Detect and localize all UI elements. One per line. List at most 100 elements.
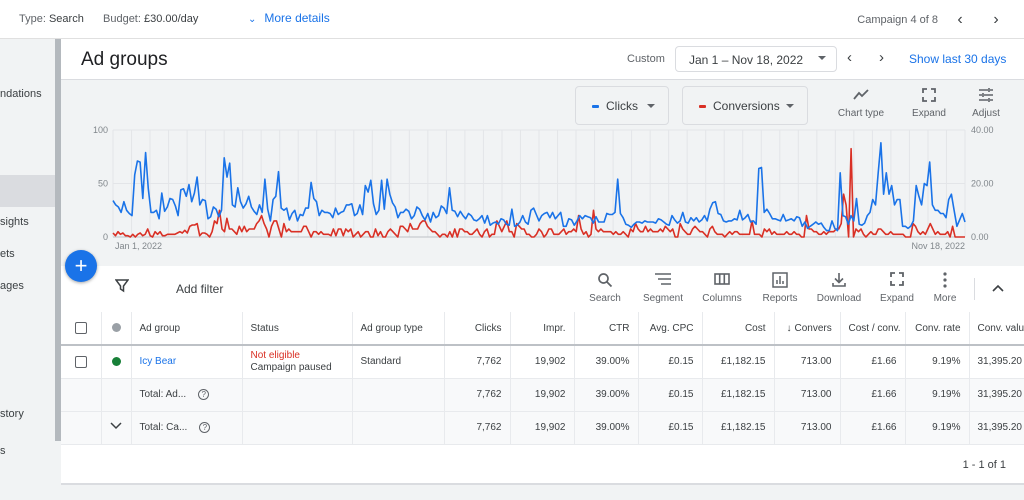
empty-cell [242,378,353,412]
sidebar-item-settings[interactable]: s [0,445,55,463]
chevron-down-icon[interactable] [109,421,123,431]
search-button[interactable]: Search [576,272,634,304]
cost-per-conv-cell: £1.66 [840,378,906,412]
add-ad-group-fab[interactable]: + [65,250,97,282]
download-button[interactable]: Download [810,272,868,304]
conversions-cell: 713.00 [774,411,841,445]
segment-button[interactable]: Segment [634,272,692,304]
reports-button[interactable]: Reports [751,272,809,304]
add-filter-button[interactable]: Add filter [176,282,223,296]
download-icon [810,272,868,290]
help-icon[interactable]: ? [199,422,211,433]
cost-per-conv-cell: £1.66 [840,411,906,445]
performance-chart: 100 50 0 40.00 20.00 0.00 Jan 1, 2022 Nov 18, 2… [61,80,1024,266]
chart-expand-button[interactable]: Expand [901,88,957,119]
collapse-chart-button[interactable] [991,280,1005,298]
previous-period-button[interactable]: ‹ [847,49,852,66]
chart-adjust-button[interactable]: Adjust [958,88,1014,119]
left-axis-tick-label: 0 [103,232,108,242]
column-header-clicks[interactable]: Clicks [444,312,511,346]
column-header-ad-group[interactable]: Ad group [131,312,243,346]
column-header-impr[interactable]: Impr. [510,312,575,346]
show-last-30-days-link[interactable]: Show last 30 days [909,52,1006,66]
more-vert-icon [916,272,974,290]
column-header-ad-group-type[interactable]: Ad group type [352,312,445,346]
sidebar-item-assets[interactable]: ets [0,248,55,266]
conv-value-cell: 31,395.20 [969,378,1024,412]
ad-group-name-cell: Icy Bear [131,345,243,379]
row-checkbox[interactable] [74,355,87,368]
sidebar-item-recommendations[interactable]: ndations [0,88,55,106]
clicks-cell: 7,762 [444,345,511,379]
status-dot-icon [111,323,121,333]
column-header-avg-cpc[interactable]: Avg. CPC [638,312,703,346]
main-panel: Ad groups Custom Jan 1 – Nov 18, 2022 ‹ … [61,39,1024,485]
search-icon [576,272,634,290]
sidebar-item-insights[interactable]: sights [0,216,55,234]
date-preset-label: Custom [627,53,665,65]
sidebar-item-landing-pages[interactable]: ages [0,280,55,298]
table-row: Icy Bear Not eligible Campaign paused Sta… [61,345,1024,379]
column-header-conv-rate[interactable]: Conv. rate [905,312,970,346]
select-all-checkbox[interactable] [74,322,87,334]
column-header-conv-value[interactable]: Conv. value [969,312,1024,346]
ctr-cell: 39.00% [574,345,639,379]
sidebar-item-change-history[interactable]: story [0,408,55,426]
next-campaign-button[interactable]: › [982,11,1010,29]
column-header-ctr[interactable]: CTR [574,312,639,346]
cost-cell: £1,182.15 [702,345,775,379]
filter-icon[interactable] [114,279,130,298]
status-cell: Not eligible Campaign paused [242,345,353,379]
left-axis-tick-label: 50 [98,179,108,189]
sort-down-arrow-icon: ↓ [786,322,792,334]
empty-cell [101,378,132,412]
chart-type-button[interactable]: Chart type [833,88,889,119]
clicks-cell: 7,762 [444,411,511,445]
column-header-status[interactable]: Status [242,312,353,346]
ctr-cell: 39.00% [574,411,639,445]
impr-cell: 19,902 [510,378,575,412]
column-header-cost-per-conv[interactable]: Cost / conv. [840,312,906,346]
x-axis-end-label: Nov 18, 2022 [911,241,965,251]
dropdown-caret-icon [818,56,826,60]
metric1-selector[interactable]: Clicks [575,86,669,125]
empty-cell [61,411,102,445]
clicks-cell: 7,762 [444,378,511,412]
tune-icon [958,88,1014,106]
sidebar-active-item[interactable] [0,175,55,207]
campaign-budget: Budget: £30.00/day [103,13,199,25]
page-title: Ad groups [81,49,168,70]
ad-group-link[interactable]: Icy Bear [140,356,177,367]
metric2-selector[interactable]: Conversions [682,86,808,125]
right-axis-tick-label: 0.00 [971,232,989,242]
bar-chart-icon [751,272,809,290]
help-icon[interactable]: ? [198,389,210,400]
avg-cpc-cell: £0.15 [638,378,703,412]
trending-line-icon [833,88,889,106]
column-header-cost[interactable]: Cost [702,312,775,346]
avg-cpc-cell: £0.15 [638,345,703,379]
expand-totals-cell [101,411,132,445]
status-not-eligible[interactable]: Not eligible [251,350,344,362]
campaign-position: Campaign 4 of 8 [857,14,938,26]
toolbar-divider [974,278,975,300]
chevron-up-icon [992,284,1004,292]
row-select-cell [61,345,102,379]
impr-cell: 19,902 [510,411,575,445]
columns-button[interactable]: Columns [693,272,751,304]
plus-icon: + [74,253,88,278]
more-button[interactable]: More [916,272,974,304]
campaign-type: Type: Search [19,13,84,25]
date-range-picker[interactable]: Jan 1 – Nov 18, 2022 [675,46,837,72]
next-period-button[interactable]: › [879,49,884,66]
total-row-ad-groups: Total: Ad...? 7,762 19,902 39.00% £0.15 … [61,378,1024,412]
clicks-swatch [592,105,599,109]
status-dot-header [101,312,132,346]
more-details-link[interactable]: ⌄ More details [248,11,330,25]
total-row-campaign: Total: Ca...? 7,762 19,902 39.00% £0.15 … [61,411,1024,445]
pagination-range: 1 - 1 of 1 [962,459,1006,471]
previous-campaign-button[interactable]: ‹ [946,11,974,29]
campaign-summary-bar: Type: Search Budget: £30.00/day ⌄ More de… [0,0,1024,39]
column-header-conversions[interactable]: ↓ Convers [774,312,841,346]
conv-rate-cell: 9.19% [905,411,970,445]
